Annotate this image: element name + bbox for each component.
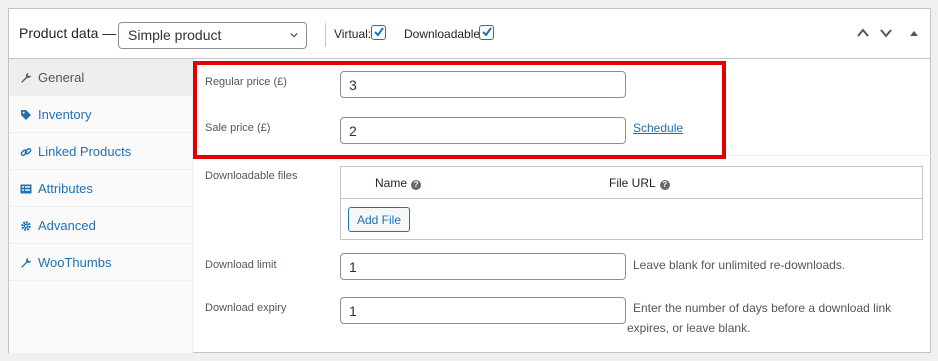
checkmark-icon — [482, 27, 492, 37]
downloadable-files-label: Downloadable files — [205, 170, 298, 182]
product-data-tabs: General Inventory Linked Products Attrib… — [9, 59, 193, 353]
column-header-name: Name? — [375, 176, 422, 190]
price-highlight-box — [193, 61, 726, 159]
download-limit-value: 1 — [349, 259, 357, 275]
downloadable-files-header: Name? File URL? — [341, 167, 922, 199]
tab-label: Inventory — [38, 107, 92, 122]
download-limit-label: Download limit — [205, 259, 277, 271]
header-divider — [325, 23, 326, 47]
chevron-down-icon — [290, 32, 298, 38]
panel-title: Product data — — [19, 25, 117, 41]
move-up-icon[interactable] — [856, 26, 870, 40]
download-expiry-label: Download expiry — [205, 302, 287, 314]
tab-inventory[interactable]: Inventory — [9, 96, 193, 133]
virtual-checkbox[interactable] — [371, 25, 386, 40]
tab-general[interactable]: General — [9, 59, 193, 96]
downloadable-checkbox[interactable] — [479, 25, 494, 40]
download-limit-description: Leave blank for unlimited re-downloads. — [633, 258, 846, 272]
help-icon[interactable]: ? — [411, 180, 422, 190]
move-down-icon[interactable] — [879, 26, 893, 40]
virtual-label: Virtual: — [334, 27, 372, 41]
product-data-panel: Product data — Simple product Virtual: D… — [8, 8, 931, 353]
collapse-toggle-icon[interactable] — [907, 26, 921, 40]
tag-icon — [21, 110, 31, 120]
wrench-icon — [21, 258, 31, 268]
link-icon — [20, 147, 32, 157]
wrench-icon — [21, 73, 31, 83]
download-expiry-description: Enter the number of days before a downlo… — [627, 298, 917, 338]
tab-woothumbs[interactable]: WooThumbs — [9, 244, 193, 281]
download-limit-input[interactable]: 1 — [340, 253, 626, 280]
product-type-value: Simple product — [128, 27, 222, 43]
tab-label: Linked Products — [38, 144, 132, 159]
tab-linked-products[interactable]: Linked Products — [9, 133, 193, 170]
add-file-button[interactable]: Add File — [348, 207, 410, 232]
downloadable-files-table: Name? File URL? Add File — [340, 166, 923, 240]
downloadable-label: Downloadable: — [404, 27, 484, 41]
description-line: Enter the number of days before a downlo… — [633, 301, 892, 315]
tab-label: WooThumbs — [38, 255, 112, 270]
tab-label: Attributes — [38, 181, 93, 196]
download-expiry-input[interactable]: 1 — [340, 297, 626, 324]
help-icon[interactable]: ? — [659, 180, 670, 190]
column-label: Name — [375, 176, 408, 190]
column-label: File URL — [609, 176, 656, 190]
gear-icon — [21, 221, 31, 231]
tab-label: Advanced — [38, 218, 96, 233]
checkmark-icon — [374, 27, 384, 37]
column-header-file-url: File URL? — [609, 176, 670, 190]
tab-attributes[interactable]: Attributes — [9, 170, 193, 207]
description-line: expires, or leave blank. — [627, 321, 751, 335]
tab-advanced[interactable]: Advanced — [9, 207, 193, 244]
list-icon — [20, 184, 32, 194]
tab-label: General — [38, 70, 85, 85]
product-type-select[interactable]: Simple product — [118, 22, 307, 49]
download-expiry-value: 1 — [349, 303, 357, 319]
product-data-header: Product data — Simple product Virtual: D… — [9, 9, 930, 59]
